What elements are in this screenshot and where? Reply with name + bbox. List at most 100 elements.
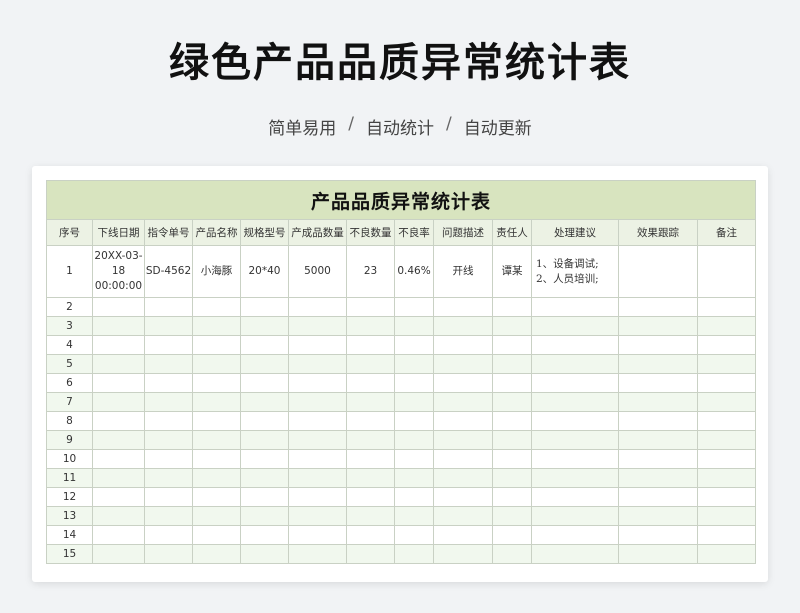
empty-cell[interactable] (192, 506, 241, 526)
empty-cell[interactable] (696, 449, 757, 469)
cell-no[interactable]: 5 (46, 354, 93, 374)
header-cell[interactable]: 问题描述 (433, 219, 493, 246)
empty-cell[interactable] (288, 354, 347, 374)
empty-cell[interactable] (92, 411, 145, 431)
empty-cell[interactable] (531, 468, 619, 488)
empty-cell[interactable] (192, 487, 241, 507)
empty-cell[interactable] (346, 525, 395, 545)
cell-no[interactable]: 2 (46, 297, 93, 317)
empty-cell[interactable] (192, 373, 241, 393)
empty-cell[interactable] (433, 468, 493, 488)
empty-cell[interactable] (346, 373, 395, 393)
empty-cell[interactable] (618, 297, 698, 317)
empty-cell[interactable] (240, 430, 289, 450)
empty-cell[interactable] (394, 316, 434, 336)
empty-cell[interactable] (144, 373, 193, 393)
cell-no[interactable]: 10 (46, 449, 93, 469)
empty-cell[interactable] (92, 525, 145, 545)
empty-cell[interactable] (92, 316, 145, 336)
empty-cell[interactable] (192, 392, 241, 412)
empty-cell[interactable] (144, 525, 193, 545)
empty-cell[interactable] (394, 487, 434, 507)
cell-defects[interactable]: 23 (346, 245, 395, 298)
empty-cell[interactable] (433, 297, 493, 317)
empty-cell[interactable] (433, 354, 493, 374)
empty-cell[interactable] (618, 316, 698, 336)
empty-cell[interactable] (288, 411, 347, 431)
cell-issue[interactable]: 开线 (433, 245, 493, 298)
empty-cell[interactable] (492, 411, 532, 431)
empty-cell[interactable] (394, 373, 434, 393)
empty-cell[interactable] (346, 316, 395, 336)
empty-cell[interactable] (240, 373, 289, 393)
empty-cell[interactable] (144, 544, 193, 564)
empty-cell[interactable] (531, 373, 619, 393)
empty-cell[interactable] (288, 525, 347, 545)
empty-cell[interactable] (433, 449, 493, 469)
cell-spec[interactable]: 20*40 (240, 245, 289, 298)
empty-cell[interactable] (394, 506, 434, 526)
header-cell[interactable]: 责任人 (492, 219, 532, 246)
empty-cell[interactable] (288, 487, 347, 507)
cell-remarks[interactable] (696, 245, 757, 298)
empty-cell[interactable] (394, 392, 434, 412)
empty-cell[interactable] (144, 335, 193, 355)
header-cell[interactable]: 指令单号 (144, 219, 193, 246)
empty-cell[interactable] (394, 354, 434, 374)
empty-cell[interactable] (346, 544, 395, 564)
empty-cell[interactable] (92, 506, 145, 526)
empty-cell[interactable] (696, 392, 757, 412)
empty-cell[interactable] (531, 392, 619, 412)
empty-cell[interactable] (531, 297, 619, 317)
cell-suggestion[interactable]: 1、设备调试; 2、人员培训; (531, 245, 619, 298)
header-cell[interactable]: 规格型号 (240, 219, 289, 246)
empty-cell[interactable] (394, 468, 434, 488)
empty-cell[interactable] (92, 449, 145, 469)
empty-cell[interactable] (288, 297, 347, 317)
empty-cell[interactable] (144, 430, 193, 450)
empty-cell[interactable] (192, 411, 241, 431)
empty-cell[interactable] (433, 335, 493, 355)
cell-no[interactable]: 14 (46, 525, 93, 545)
empty-cell[interactable] (144, 297, 193, 317)
empty-cell[interactable] (531, 411, 619, 431)
empty-cell[interactable] (92, 335, 145, 355)
empty-cell[interactable] (144, 411, 193, 431)
empty-cell[interactable] (531, 335, 619, 355)
header-cell[interactable]: 序号 (46, 219, 93, 246)
empty-cell[interactable] (192, 316, 241, 336)
empty-cell[interactable] (144, 392, 193, 412)
empty-cell[interactable] (492, 392, 532, 412)
empty-cell[interactable] (492, 544, 532, 564)
empty-cell[interactable] (346, 487, 395, 507)
cell-no[interactable]: 6 (46, 373, 93, 393)
empty-cell[interactable] (288, 392, 347, 412)
empty-cell[interactable] (240, 354, 289, 374)
empty-cell[interactable] (288, 316, 347, 336)
empty-cell[interactable] (696, 297, 757, 317)
empty-cell[interactable] (492, 449, 532, 469)
empty-cell[interactable] (696, 430, 757, 450)
cell-rate[interactable]: 0.46% (394, 245, 434, 298)
empty-cell[interactable] (531, 449, 619, 469)
empty-cell[interactable] (433, 487, 493, 507)
empty-cell[interactable] (492, 316, 532, 336)
cell-product[interactable]: 小海豚 (192, 245, 241, 298)
empty-cell[interactable] (240, 525, 289, 545)
empty-cell[interactable] (144, 506, 193, 526)
empty-cell[interactable] (192, 297, 241, 317)
empty-cell[interactable] (92, 468, 145, 488)
empty-cell[interactable] (618, 392, 698, 412)
empty-cell[interactable] (618, 487, 698, 507)
empty-cell[interactable] (618, 354, 698, 374)
cell-no[interactable]: 4 (46, 335, 93, 355)
empty-cell[interactable] (618, 525, 698, 545)
empty-cell[interactable] (346, 335, 395, 355)
cell-owner[interactable]: 谭某 (492, 245, 532, 298)
empty-cell[interactable] (92, 297, 145, 317)
header-cell[interactable]: 不良数量 (346, 219, 395, 246)
empty-cell[interactable] (144, 468, 193, 488)
empty-cell[interactable] (531, 316, 619, 336)
empty-cell[interactable] (288, 544, 347, 564)
empty-cell[interactable] (696, 354, 757, 374)
